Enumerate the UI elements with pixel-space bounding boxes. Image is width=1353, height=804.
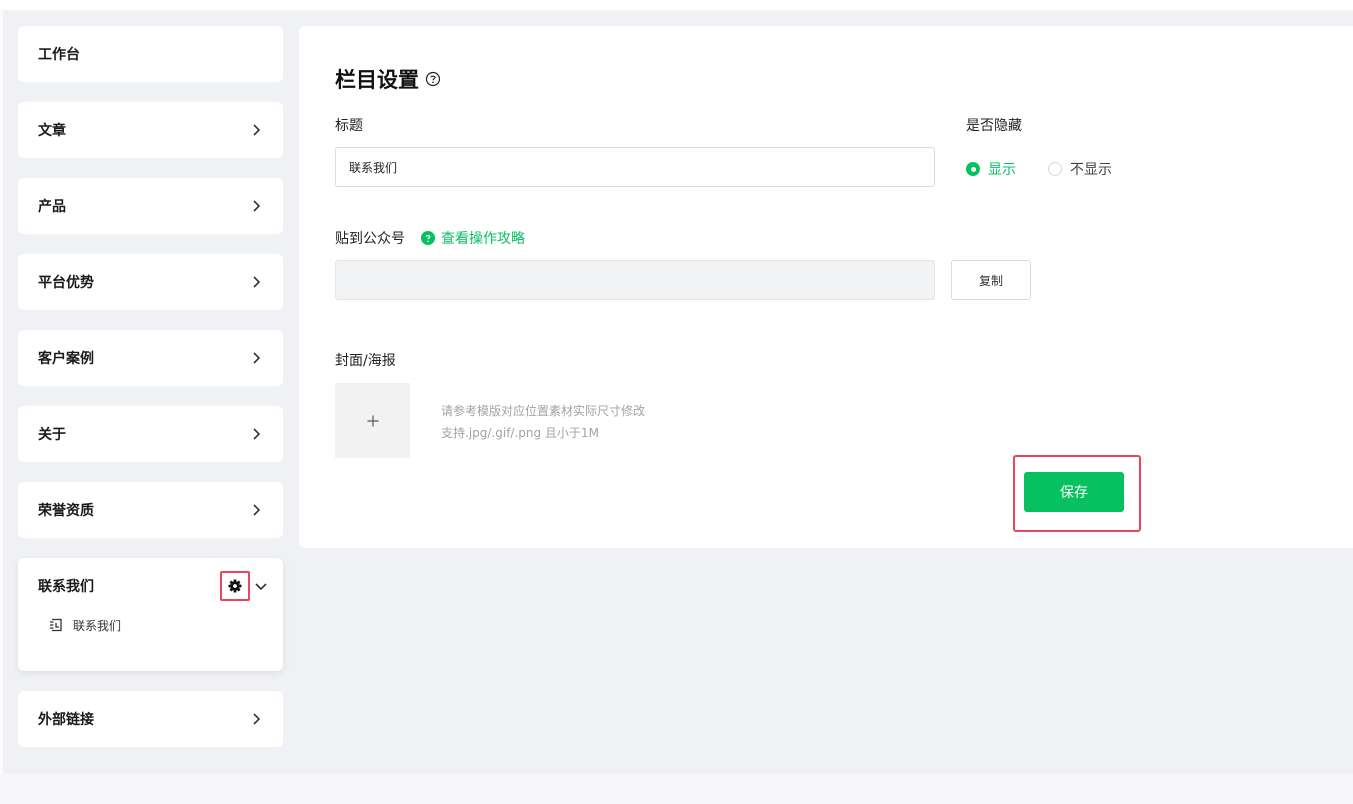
page-title-text: 栏目设置 — [335, 68, 419, 92]
chevron-right-icon — [253, 352, 261, 364]
save-button[interactable]: 保存 — [1024, 472, 1124, 512]
chevron-down-icon[interactable] — [254, 579, 268, 593]
radio-unselected-icon — [1048, 162, 1062, 176]
cover-hint-format: 支持.jpg/.gif/.png 且小于1M — [441, 426, 599, 440]
sidebar-item-label: 工作台 — [38, 47, 80, 63]
visibility-radio-group: 显示 不显示 — [966, 159, 1144, 179]
cover-label: 封面/海报 — [335, 353, 396, 369]
radio-hide-label: 不显示 — [1070, 162, 1112, 178]
sidebar-item-honors[interactable]: 荣誉资质 — [18, 482, 283, 538]
sidebar-item-label: 文章 — [38, 123, 66, 139]
operation-guide-link[interactable]: 查看操作攻略 — [421, 228, 525, 248]
sidebar-item-label: 荣誉资质 — [38, 503, 94, 519]
sidebar-item-label: 外部链接 — [38, 712, 94, 728]
title-field-label: 标题 — [335, 118, 363, 134]
publish-link-input — [335, 260, 935, 300]
sidebar-item-external-links[interactable]: 外部链接 — [18, 691, 283, 747]
sidebar-item-label: 关于 — [38, 427, 66, 443]
question-circle-filled-icon — [421, 231, 435, 245]
cover-hint-size: 请参考模版对应位置素材实际尺寸修改 — [441, 404, 646, 418]
sidebar-item-workbench[interactable]: 工作台 — [18, 26, 283, 82]
question-circle-icon[interactable] — [425, 71, 441, 87]
gear-icon — [228, 579, 242, 593]
plus-icon — [367, 415, 378, 426]
operation-guide-text: 查看操作攻略 — [441, 231, 525, 247]
chevron-right-icon — [253, 428, 261, 440]
page-icon — [50, 618, 62, 632]
sidebar-subitem-label: 联系我们 — [73, 618, 122, 633]
radio-selected-icon — [966, 162, 980, 176]
chevron-right-icon — [253, 713, 261, 725]
chevron-right-icon — [253, 124, 261, 136]
sidebar-item-cases[interactable]: 客户案例 — [18, 330, 283, 386]
chevron-right-icon — [253, 276, 261, 288]
chevron-right-icon — [253, 200, 261, 212]
sidebar-item-advantages[interactable]: 平台优势 — [18, 254, 283, 310]
sidebar-item-contact: 联系我们 联系我们 — [18, 558, 283, 671]
top-strip — [0, 0, 1353, 10]
sidebar-item-articles[interactable]: 文章 — [18, 102, 283, 158]
visibility-label: 是否隐藏 — [966, 118, 1022, 134]
sidebar-subitem-contact[interactable]: 联系我们 — [18, 614, 283, 636]
sidebar-item-about[interactable]: 关于 — [18, 406, 283, 462]
title-input[interactable]: 联系我们 — [335, 147, 935, 187]
sidebar-item-contact-header[interactable]: 联系我们 — [18, 558, 283, 614]
sidebar-item-products[interactable]: 产品 — [18, 178, 283, 234]
sidebar-item-label: 联系我们 — [38, 579, 94, 595]
page-title: 栏目设置 — [335, 64, 441, 94]
copy-button[interactable]: 复制 — [951, 260, 1031, 300]
radio-show-label: 显示 — [988, 162, 1016, 178]
cover-upload-button[interactable] — [335, 383, 410, 458]
sidebar-item-label: 产品 — [38, 199, 66, 215]
column-settings-panel: 栏目设置 标题 联系我们 是否隐藏 显示 不显示 贴到公众号 查看操作攻略 复制… — [299, 26, 1353, 548]
chevron-right-icon — [253, 504, 261, 516]
settings-button[interactable] — [220, 571, 250, 601]
publish-label: 贴到公众号 — [335, 231, 405, 247]
bottom-strip — [0, 774, 1353, 804]
sidebar-item-label: 平台优势 — [38, 275, 94, 291]
radio-show[interactable]: 显示 — [966, 159, 1016, 179]
sidebar-item-label: 客户案例 — [38, 351, 94, 367]
radio-hide[interactable]: 不显示 — [1048, 159, 1112, 179]
